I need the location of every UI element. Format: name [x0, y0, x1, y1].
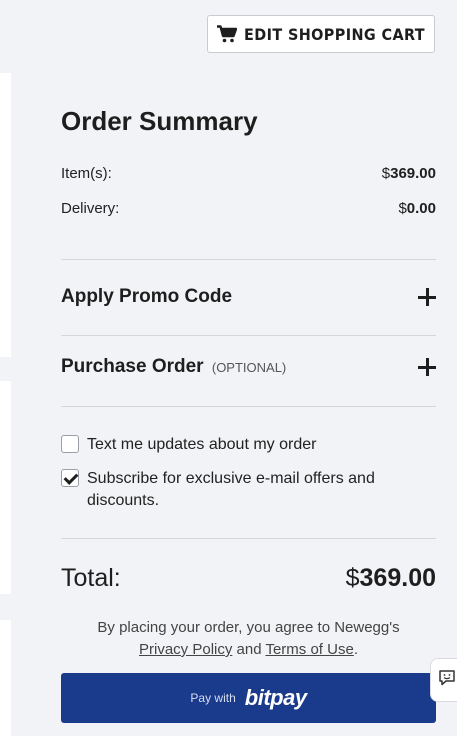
subscribe-offers-label: Subscribe for exclusive e-mail offers an…: [87, 470, 375, 509]
feedback-button[interactable]: [430, 658, 457, 702]
main-panel-edge: [0, 73, 11, 357]
plus-icon[interactable]: [418, 358, 436, 376]
text-updates-option[interactable]: Text me updates about my order: [61, 434, 436, 456]
divider: [61, 259, 436, 260]
bitpay-logo: bitpay: [244, 685, 307, 710]
edit-shopping-cart-label: EDIT SHOPPING CART: [243, 24, 426, 44]
main-panel-edge: [0, 620, 11, 736]
delivery-value: $0.00: [398, 200, 436, 217]
legal-notice: By placing your order, you agree to Newe…: [97, 619, 400, 658]
privacy-policy-link[interactable]: Privacy Policy: [139, 641, 232, 658]
shopping-cart-icon: [216, 25, 238, 43]
apply-promo-code-toggle[interactable]: Apply Promo Code: [61, 282, 436, 312]
text-updates-label: Text me updates about my order: [87, 436, 317, 453]
items-line: Item(s): $369.00: [61, 165, 436, 182]
total-label: Total:: [61, 564, 121, 592]
total-value: $369.00: [345, 564, 436, 592]
text-updates-checkbox[interactable]: [61, 435, 79, 453]
items-value: $369.00: [381, 165, 436, 182]
purchase-order-label: Purchase Order (OPTIONAL): [61, 356, 287, 377]
optional-hint: (OPTIONAL): [211, 360, 287, 375]
divider: [61, 406, 436, 407]
order-summary-title: Order Summary: [61, 106, 258, 136]
edit-shopping-cart-button[interactable]: EDIT SHOPPING CART: [207, 15, 435, 53]
feedback-chat-icon: [438, 669, 456, 692]
items-label: Item(s):: [61, 165, 112, 182]
total-line: Total: $369.00: [61, 564, 436, 593]
pay-with-bitpay-button[interactable]: Pay with bitpay: [61, 673, 436, 723]
delivery-line: Delivery: $0.00: [61, 200, 436, 217]
terms-of-use-link[interactable]: Terms of Use: [265, 641, 353, 658]
pay-with-label: Pay with: [190, 691, 236, 705]
apply-promo-code-label: Apply Promo Code: [61, 286, 233, 307]
divider: [61, 538, 436, 539]
purchase-order-toggle[interactable]: Purchase Order (OPTIONAL): [61, 352, 436, 382]
subscribe-offers-checkbox[interactable]: [61, 469, 79, 487]
subscribe-offers-option[interactable]: Subscribe for exclusive e-mail offers an…: [61, 468, 401, 512]
plus-icon[interactable]: [418, 288, 436, 306]
main-panel-edge: [0, 381, 11, 594]
divider: [61, 335, 436, 336]
delivery-label: Delivery:: [61, 200, 120, 217]
